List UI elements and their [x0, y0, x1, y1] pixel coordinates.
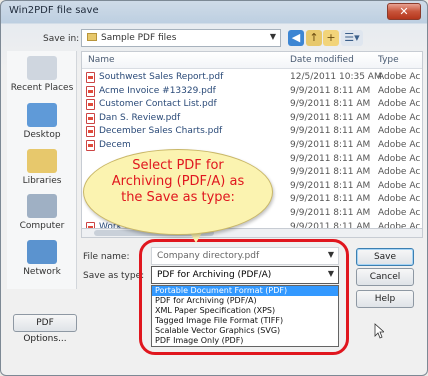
save-in-label: Save in: — [43, 34, 80, 44]
place-desktop[interactable]: Desktop — [7, 103, 77, 140]
file-row[interactable]: Southwest Sales Report.pdf 12/5/2011 10:3… — [82, 71, 422, 84]
folder-icon — [87, 33, 97, 41]
file-type: Adobe Ac — [378, 180, 421, 191]
file-name: Customer Contact List.pdf — [99, 99, 217, 110]
place-network[interactable]: Network — [7, 240, 77, 277]
place-label: Network — [23, 267, 61, 277]
recent-places-icon — [27, 56, 57, 80]
help-button[interactable]: Help — [356, 290, 414, 308]
callout-text: Select PDF for Archiving (PDF/A) as the … — [111, 158, 245, 205]
cancel-button[interactable]: Cancel — [356, 268, 414, 286]
file-type: Adobe Ac — [378, 167, 421, 178]
save-in-combo[interactable]: Sample PDF files ▼ — [81, 29, 281, 47]
back-icon[interactable]: ◀ — [288, 30, 304, 46]
file-name-label: File name: — [83, 252, 130, 262]
file-row[interactable]: Decem 9/9/2011 8:11 AM Adobe Ac — [82, 139, 422, 152]
place-label: Computer — [19, 221, 65, 231]
computer-icon — [27, 194, 57, 218]
pdf-file-icon — [86, 140, 95, 151]
column-header-name[interactable]: Name — [88, 55, 115, 65]
column-header-type[interactable]: Type — [378, 55, 399, 65]
file-name: December Sales Charts.pdf — [99, 126, 223, 137]
file-row[interactable]: Dan S. Review.pdf 9/9/2011 8:11 AM Adobe A… — [82, 112, 422, 125]
file-type: Adobe Ac — [378, 99, 421, 110]
window-title: Win2PDF file save — [9, 5, 99, 16]
file-save-dialog: Win2PDF file save ✕ Save in: Sample PDF … — [0, 0, 428, 376]
file-date: 9/9/2011 8:11 AM — [290, 153, 371, 164]
file-type: Adobe Ac — [378, 208, 421, 218]
libraries-icon — [27, 149, 57, 173]
network-icon — [27, 240, 57, 264]
new-folder-icon[interactable]: + — [323, 30, 339, 46]
file-row[interactable]: December Sales Charts.pdf 9/9/2011 8:11 A… — [82, 125, 422, 138]
pdf-options-button[interactable]: PDF Options... — [13, 314, 77, 344]
file-type: Adobe Ac — [378, 126, 421, 137]
save-as-type-label: Save as type: — [83, 271, 145, 281]
place-computer[interactable]: Computer — [7, 194, 77, 231]
place-libraries[interactable]: Libraries — [7, 149, 77, 186]
file-type: Adobe Ac — [378, 194, 421, 205]
file-type: Adobe Ac — [378, 153, 421, 164]
file-name: Decem — [99, 140, 131, 150]
file-name: Acme Invoice #13329.pdf — [99, 85, 216, 96]
places-bar: Recent Places Desktop Libraries Computer… — [7, 51, 77, 289]
file-date: 9/9/2011 8:11 AM — [290, 194, 371, 205]
file-row[interactable]: Customer Contact List.pdf 9/9/2011 8:11 A… — [82, 98, 422, 111]
file-date: 9/9/2011 8:11 AM — [290, 140, 371, 150]
save-button[interactable]: Save — [356, 248, 414, 266]
file-date: 9/9/2011 8:11 AM — [290, 126, 371, 137]
place-label: Recent Places — [10, 83, 74, 93]
column-header-date[interactable]: Date modified — [290, 55, 354, 65]
file-type: Adobe Ac — [378, 85, 421, 96]
file-date: 9/9/2011 8:11 AM — [290, 112, 371, 123]
chevron-down-icon: ▼ — [269, 32, 276, 41]
file-date: 12/5/2011 10:35 AM — [290, 72, 382, 82]
pdf-file-icon — [86, 112, 95, 124]
file-row[interactable]: Acme Invoice #13329.pdf 9/9/2011 8:11 AM A… — [82, 85, 422, 98]
file-date: 9/9/2011 8:11 AM — [290, 167, 371, 178]
place-recent-places[interactable]: Recent Places — [7, 56, 77, 93]
up-folder-icon[interactable]: ↑ — [306, 30, 322, 46]
callout-bubble: Select PDF for Archiving (PDF/A) as the … — [83, 149, 273, 235]
file-date: 9/9/2011 8:11 AM — [290, 180, 371, 191]
save-in-value: Sample PDF files — [101, 33, 177, 43]
desktop-icon — [27, 103, 57, 127]
view-menu-icon[interactable]: ☰▾ — [341, 30, 363, 46]
mouse-cursor-icon — [374, 323, 384, 339]
file-type: Adobe Ac — [378, 140, 421, 150]
file-date: 9/9/2011 8:11 AM — [290, 99, 371, 110]
pdf-file-icon — [86, 85, 95, 97]
place-label: Libraries — [22, 176, 62, 186]
pdf-file-icon — [86, 72, 95, 83]
file-date: 9/9/2011 8:11 AM — [290, 208, 371, 218]
file-date: 9/9/2011 8:11 AM — [290, 85, 371, 96]
pdf-file-icon — [86, 126, 95, 138]
highlight-ring — [139, 239, 349, 355]
file-name: Southwest Sales Report.pdf — [99, 72, 224, 82]
pdf-file-icon — [86, 99, 95, 111]
place-label: Desktop — [23, 130, 61, 140]
close-button[interactable]: ✕ — [387, 3, 421, 20]
file-type: Adobe Ac — [378, 112, 421, 123]
title-bar: Win2PDF file save ✕ — [1, 1, 427, 23]
file-list-header: Name Date modified Type — [82, 52, 422, 69]
file-type: Adobe Ac — [378, 72, 421, 82]
file-name: Dan S. Review.pdf — [99, 112, 181, 123]
